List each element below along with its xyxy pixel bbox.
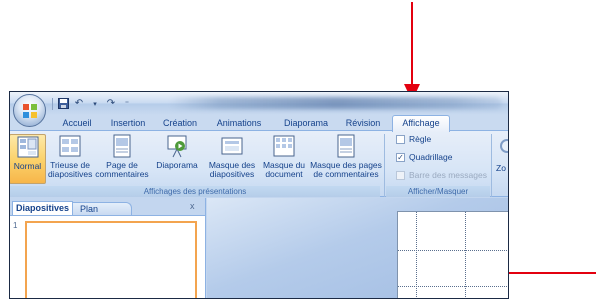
redo-icon[interactable]: ↷: [105, 98, 117, 110]
ribbon: Normal Trieuse de diapositives Page de c…: [10, 130, 508, 197]
zoom-icon: [500, 139, 508, 153]
powerpoint-window: ↶ ▾ ↷ ⁼ Accueil Insertion Création Anima…: [9, 91, 509, 299]
slideshow-button[interactable]: Diaporama: [152, 134, 202, 184]
tab-revision[interactable]: Révision: [340, 116, 386, 131]
chevron-down-icon[interactable]: ▾: [89, 98, 101, 110]
ruler-label: Règle: [409, 134, 432, 144]
notes-page-label-2: commentaires: [95, 169, 149, 179]
qat-separator: [52, 97, 53, 110]
slide-editor-area: [207, 198, 508, 298]
tab-accueil[interactable]: Accueil: [56, 116, 98, 131]
customize-qat-icon[interactable]: ⁼: [121, 98, 133, 110]
office-button[interactable]: [13, 94, 46, 127]
ruler-checkbox[interactable]: Règle: [396, 133, 431, 145]
tab-slides[interactable]: Diapositives: [12, 201, 74, 215]
slide-master-label-2: diapositives: [209, 169, 255, 179]
message-bar-checkbox[interactable]: Barre des messages: [396, 169, 487, 181]
slide-thumbnail[interactable]: [25, 221, 197, 298]
annotation-arrow-down: [404, 2, 420, 101]
notes-page-icon: [113, 134, 131, 158]
slide-master-icon: [221, 137, 243, 155]
tab-diaporama[interactable]: Diaporama: [278, 116, 334, 131]
slide-sorter-label-2: diapositives: [48, 169, 93, 179]
slideshow-label: Diaporama: [156, 160, 198, 170]
presentation-views-caption: Affichages des présentations: [10, 186, 380, 197]
group-separator: [384, 134, 385, 197]
handout-master-label-2: document: [265, 169, 303, 179]
slide-sorter-icon: [59, 135, 81, 157]
zoom-label: Zo: [496, 163, 506, 173]
slide-master-button[interactable]: Masque des diapositives: [206, 134, 258, 184]
handout-master-icon: [273, 135, 295, 157]
zoom-button-partial[interactable]: Zo: [496, 139, 508, 179]
message-bar-label: Barre des messages: [409, 170, 487, 180]
tab-affichage[interactable]: Affichage: [392, 115, 450, 132]
slide-sorter-button[interactable]: Trieuse de diapositives: [48, 134, 92, 184]
office-logo-icon: [23, 104, 37, 118]
gridline: [398, 286, 508, 287]
notes-master-label-2: de commentaires: [313, 169, 379, 179]
quick-access-toolbar: ↶ ▾ ↷ ⁼: [52, 96, 133, 111]
gridline: [398, 250, 508, 251]
gridlines-checkbox[interactable]: ✓ Quadrillage: [396, 151, 452, 163]
show-hide-caption: Afficher/Masquer: [386, 186, 490, 197]
gridlines-check-box[interactable]: ✓: [396, 152, 405, 162]
blurred-title: [170, 97, 502, 109]
tab-outline[interactable]: Plan: [67, 202, 132, 215]
ruler-check-box[interactable]: [396, 134, 405, 144]
message-bar-check-box[interactable]: [396, 170, 405, 180]
normal-view-icon: [17, 136, 38, 158]
slide-canvas[interactable]: [397, 211, 508, 298]
notes-master-icon: [337, 134, 355, 158]
normal-view-label: Normal: [13, 161, 42, 171]
slide-thumbnail-list: 1: [10, 215, 205, 298]
gridlines-label: Quadrillage: [409, 152, 453, 162]
notes-page-button[interactable]: Page de commentaires: [94, 134, 150, 184]
slideshow-icon: [167, 135, 187, 158]
normal-view-button[interactable]: Normal: [10, 134, 46, 184]
group-separator: [491, 134, 492, 197]
tab-creation[interactable]: Création: [155, 116, 205, 131]
close-panel-icon[interactable]: x: [190, 201, 195, 211]
undo-icon[interactable]: ↶: [73, 98, 85, 110]
ribbon-tabs: Accueil Insertion Création Animations Di…: [10, 115, 508, 132]
notes-master-button[interactable]: Masque des pages de commentaires: [310, 134, 382, 184]
tab-animations[interactable]: Animations: [210, 116, 268, 131]
slide-number: 1: [13, 221, 18, 230]
handout-master-button[interactable]: Masque du document: [260, 134, 308, 184]
tab-insertion[interactable]: Insertion: [103, 116, 153, 131]
save-icon[interactable]: [57, 98, 69, 110]
slides-panel: Diapositives Plan x 1: [10, 198, 206, 298]
